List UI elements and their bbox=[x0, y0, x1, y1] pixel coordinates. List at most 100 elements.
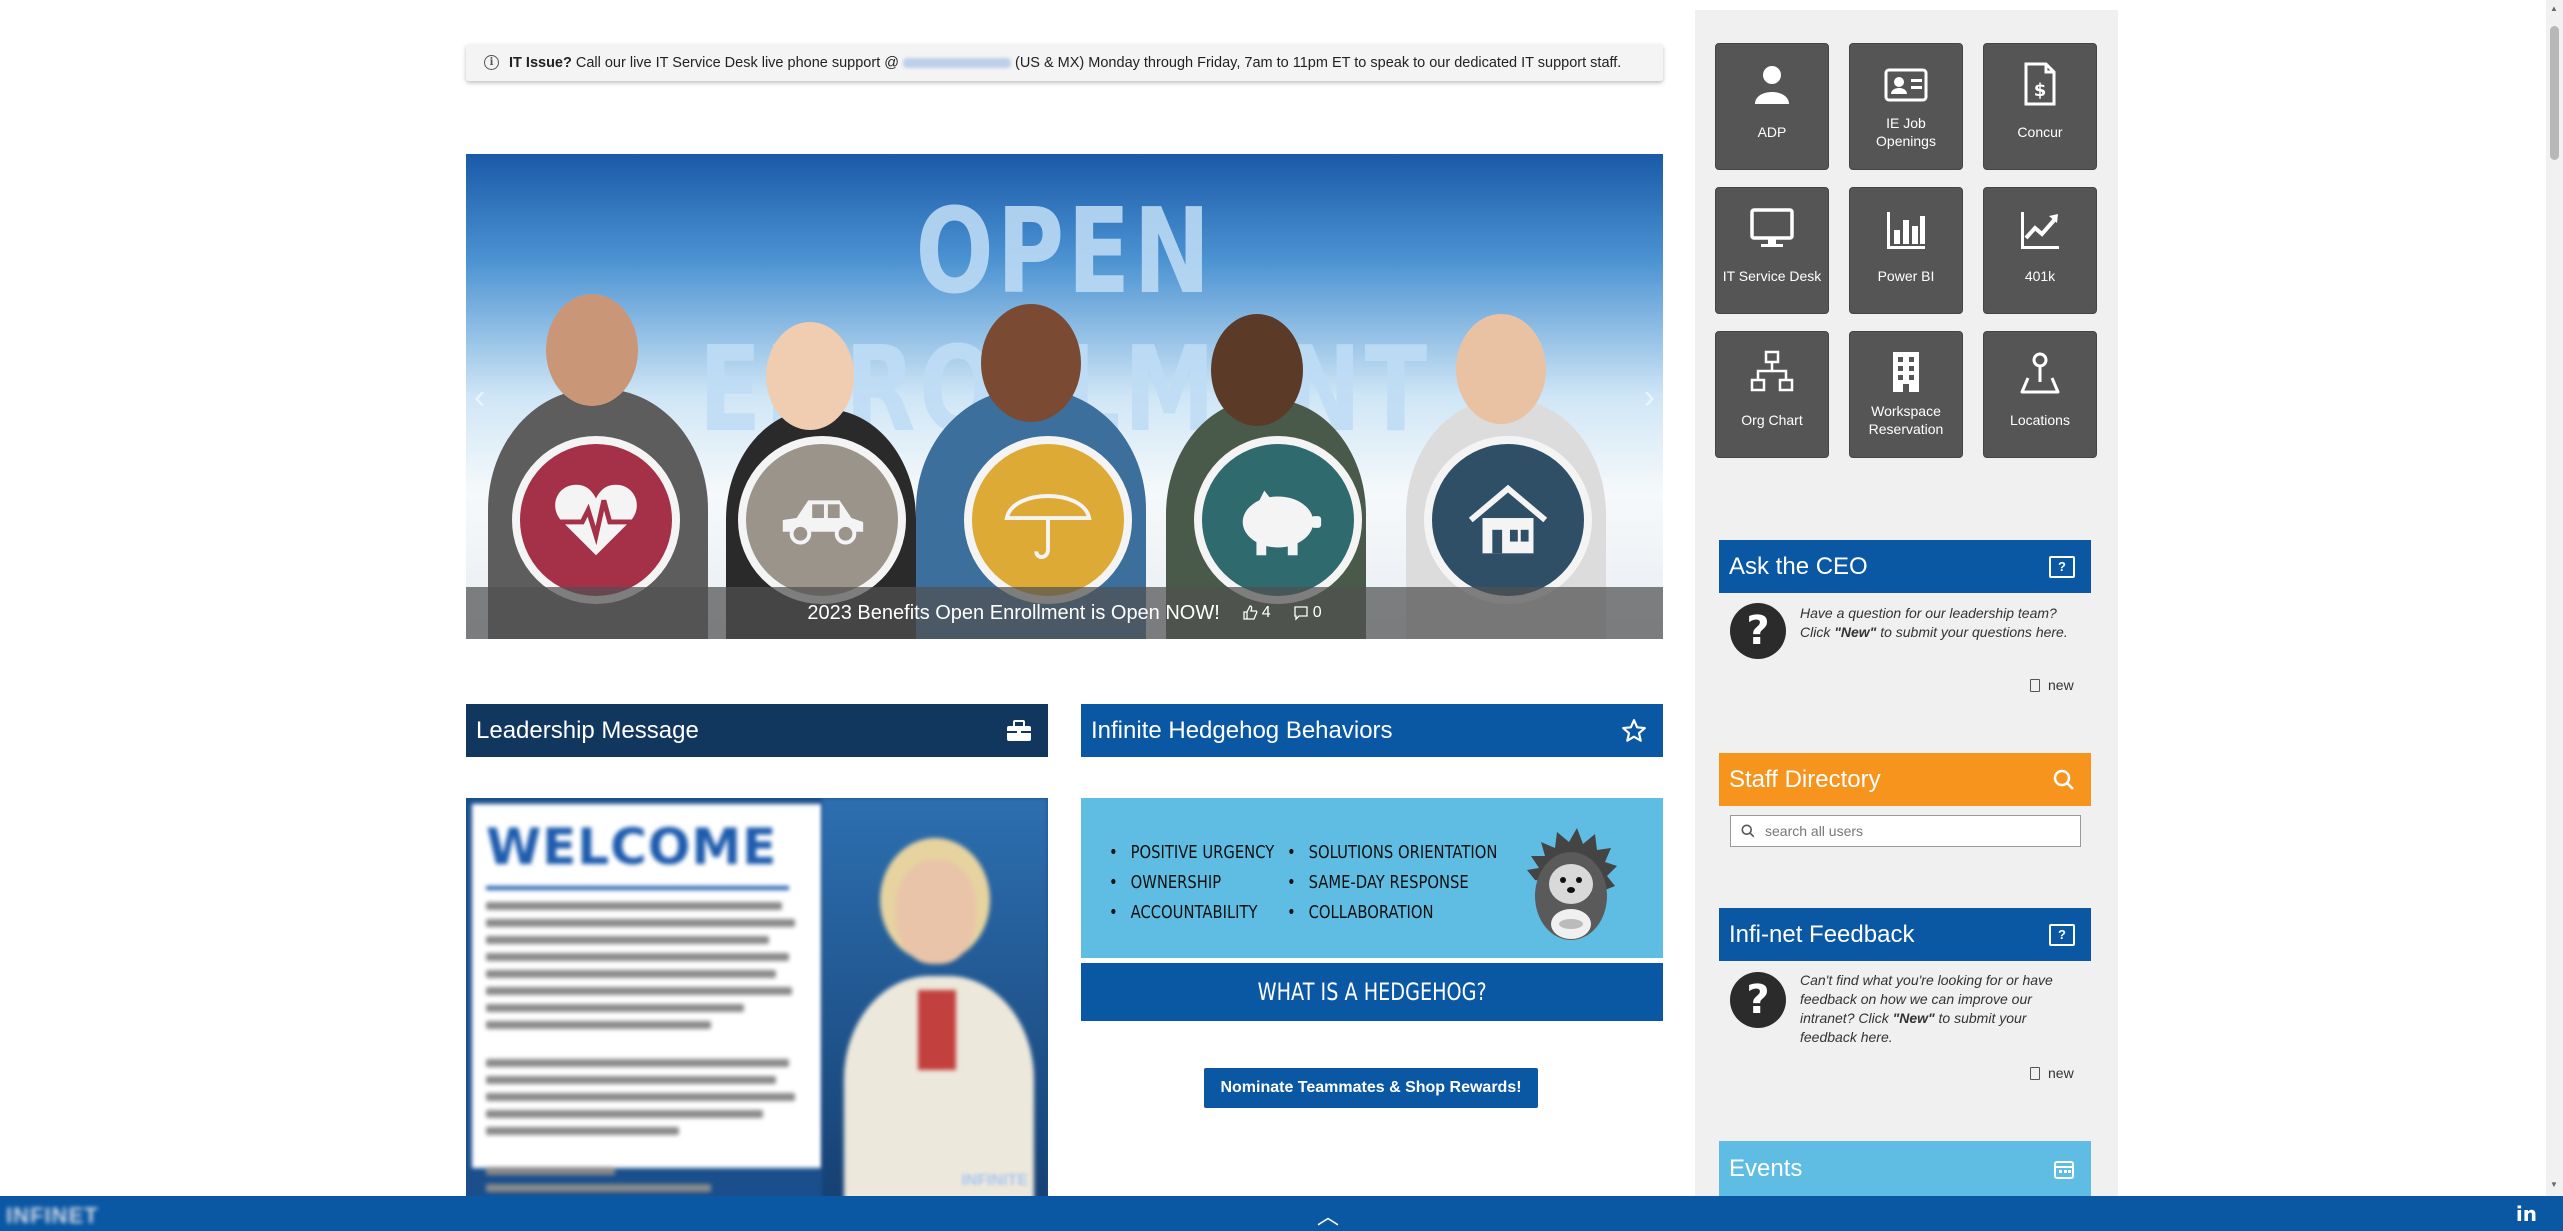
carousel-next-arrow[interactable]: › bbox=[1644, 378, 1655, 417]
star-icon bbox=[1621, 718, 1647, 744]
likes-stat[interactable]: 4 bbox=[1242, 604, 1271, 622]
carousel-prev-arrow[interactable]: ‹ bbox=[474, 378, 485, 417]
behaviors-list-2: SOLUTIONS ORIENTATION SAME-DAY RESPONSE … bbox=[1287, 838, 1498, 928]
scroll-to-top-chevron-icon[interactable]: ︿ bbox=[1317, 1199, 1339, 1231]
what-is-a-hedgehog-link[interactable]: WHAT IS A HEDGEHOG? bbox=[1081, 963, 1663, 1021]
person-3-head bbox=[981, 304, 1081, 422]
intranet-page: i IT Issue? Call our live IT Service Des… bbox=[0, 0, 2563, 1231]
trend-chart-icon bbox=[2021, 212, 2059, 249]
welcome-letter: WELCOME bbox=[472, 804, 822, 1192]
staff-search-input[interactable] bbox=[1765, 823, 2065, 839]
ask-the-ceo-new-link[interactable]: new bbox=[2030, 677, 2074, 693]
heart-icon bbox=[512, 436, 680, 604]
it-issue-alert: i IT Issue? Call our live IT Service Des… bbox=[466, 44, 1663, 81]
tile-label: Concur bbox=[2017, 124, 2063, 140]
tile-label: Power BI bbox=[1877, 268, 1935, 284]
new-label: new bbox=[2048, 1065, 2074, 1081]
hedgehog-bar-label: WHAT IS A HEDGEHOG? bbox=[1257, 978, 1487, 1006]
hero-caption[interactable]: 2023 Benefits Open Enrollment is Open NO… bbox=[807, 602, 1219, 625]
leadership-title: Leadership Message bbox=[476, 716, 699, 744]
linkedin-icon[interactable]: in bbox=[2516, 1202, 2537, 1226]
person-4-head bbox=[1211, 314, 1303, 426]
behaviors-list-1: POSITIVE URGENCY OWNERSHIP ACCOUNTABILIT… bbox=[1109, 838, 1275, 928]
tile-label: IT Service Desk bbox=[1722, 268, 1822, 284]
bar-chart-icon bbox=[1887, 212, 1925, 249]
scroll-down-arrow[interactable]: ▼ bbox=[2550, 1180, 2558, 1189]
search-icon bbox=[2053, 769, 2074, 790]
hero-carousel[interactable]: OPEN ENROLLMENT ‹ › 2023 Benefit bbox=[466, 154, 1663, 639]
feedback-new-link[interactable]: new bbox=[2030, 1065, 2074, 1081]
nominate-teammates-button[interactable]: Nominate Teammates & Shop Rewards! bbox=[1204, 1068, 1538, 1108]
staff-search-box bbox=[1730, 815, 2081, 847]
piggy-bank-icon bbox=[1194, 436, 1362, 604]
monitor-icon bbox=[1750, 208, 1794, 247]
welcome-brand: INFINITE bbox=[961, 1172, 1028, 1189]
phone-number[interactable] bbox=[902, 57, 1011, 68]
feedback-text: Can't find what you're looking for or ha… bbox=[1800, 972, 2053, 1045]
hedgehog-behaviors-box: POSITIVE URGENCY OWNERSHIP ACCOUNTABILIT… bbox=[1081, 798, 1663, 958]
events-header: Events bbox=[1719, 1141, 2091, 1196]
tile-locations[interactable]: Locations bbox=[1983, 331, 2097, 458]
ask-the-ceo-text: Have a question for our leadership team?… bbox=[1800, 605, 2068, 640]
search-icon bbox=[1741, 824, 1755, 838]
tile-401k[interactable]: 401k bbox=[1983, 187, 2097, 314]
person-2-head bbox=[766, 322, 854, 430]
like-icon bbox=[1243, 605, 1258, 620]
feedback-header: Infi-net Feedback ? bbox=[1719, 908, 2091, 961]
feedback-title: Infi-net Feedback bbox=[1729, 920, 1915, 948]
behavior-item: COLLABORATION bbox=[1287, 898, 1497, 928]
house-icon bbox=[1424, 436, 1592, 604]
new-label: new bbox=[2048, 677, 2074, 693]
alert-bold: IT Issue? bbox=[509, 54, 572, 71]
comment-icon bbox=[1294, 606, 1308, 621]
scrollbar-thumb[interactable] bbox=[2550, 26, 2559, 160]
tile-org-chart[interactable]: Org Chart bbox=[1715, 331, 1829, 458]
leadership-message-header: Leadership Message bbox=[466, 704, 1048, 757]
staff-directory-header: Staff Directory bbox=[1719, 753, 2091, 806]
hedgehog-title: Infinite Hedgehog Behaviors bbox=[1091, 716, 1393, 744]
building-icon bbox=[1893, 352, 1919, 392]
org-chart-icon bbox=[1750, 350, 1794, 392]
document-icon bbox=[2030, 1066, 2040, 1080]
tile-label: ADP bbox=[1757, 124, 1787, 140]
tile-adp[interactable]: ADP bbox=[1715, 43, 1829, 170]
behavior-item: ACCOUNTABILITY bbox=[1109, 898, 1274, 928]
behavior-item: SAME-DAY RESPONSE bbox=[1287, 868, 1497, 898]
calendar-icon bbox=[2054, 1160, 2074, 1179]
car-icon bbox=[738, 436, 906, 604]
hedgehog-behaviors-header: Infinite Hedgehog Behaviors bbox=[1081, 704, 1663, 757]
person-5-head bbox=[1456, 314, 1546, 424]
welcome-title: WELCOME bbox=[486, 818, 778, 876]
footer-bar: INFINET ︿ in bbox=[0, 1196, 2563, 1231]
document-icon bbox=[2030, 678, 2040, 692]
hedgehog-mascot-icon bbox=[1527, 828, 1617, 940]
chat-question-icon: ? bbox=[2049, 923, 2075, 946]
leader-photo bbox=[822, 798, 1048, 1198]
invoice-icon: $ bbox=[2024, 62, 2056, 106]
comments-count: 0 bbox=[1312, 604, 1322, 621]
person-icon bbox=[1755, 66, 1789, 104]
map-pin-icon bbox=[2020, 352, 2060, 394]
alert-text-before: Call our live IT Service Desk live phone… bbox=[575, 54, 899, 71]
tile-power-bi[interactable]: Power BI bbox=[1849, 187, 1963, 314]
tile-label: IE Job Openings bbox=[1876, 115, 1936, 149]
likes-count: 4 bbox=[1261, 604, 1271, 621]
leadership-welcome-image[interactable]: WELCOME INFINITE bbox=[466, 798, 1048, 1198]
ask-the-ceo-header: Ask the CEO ? bbox=[1719, 540, 2091, 593]
person-1-head bbox=[546, 294, 638, 406]
scroll-up-arrow[interactable]: ▲ bbox=[2550, 4, 2558, 13]
tile-it-service-desk[interactable]: IT Service Desk bbox=[1715, 187, 1829, 314]
behavior-item: OWNERSHIP bbox=[1109, 868, 1274, 898]
tile-workspace-reservation[interactable]: Workspace Reservation bbox=[1849, 331, 1963, 458]
comments-stat[interactable]: 0 bbox=[1293, 604, 1322, 622]
behavior-item: POSITIVE URGENCY bbox=[1109, 838, 1275, 868]
tile-concur[interactable]: $ Concur bbox=[1983, 43, 2097, 170]
tile-label: Org Chart bbox=[1741, 412, 1803, 428]
tile-label: Locations bbox=[2010, 412, 2070, 428]
tile-ie-job-openings[interactable]: IE Job Openings bbox=[1849, 43, 1963, 170]
page-scrollbar[interactable]: ▲ ▼ bbox=[2546, 0, 2563, 1196]
question-icon: ? bbox=[1730, 603, 1786, 659]
svg-text:$: $ bbox=[2034, 80, 2047, 101]
footer-logo[interactable]: INFINET bbox=[6, 1203, 99, 1229]
chat-question-icon: ? bbox=[2049, 555, 2075, 578]
